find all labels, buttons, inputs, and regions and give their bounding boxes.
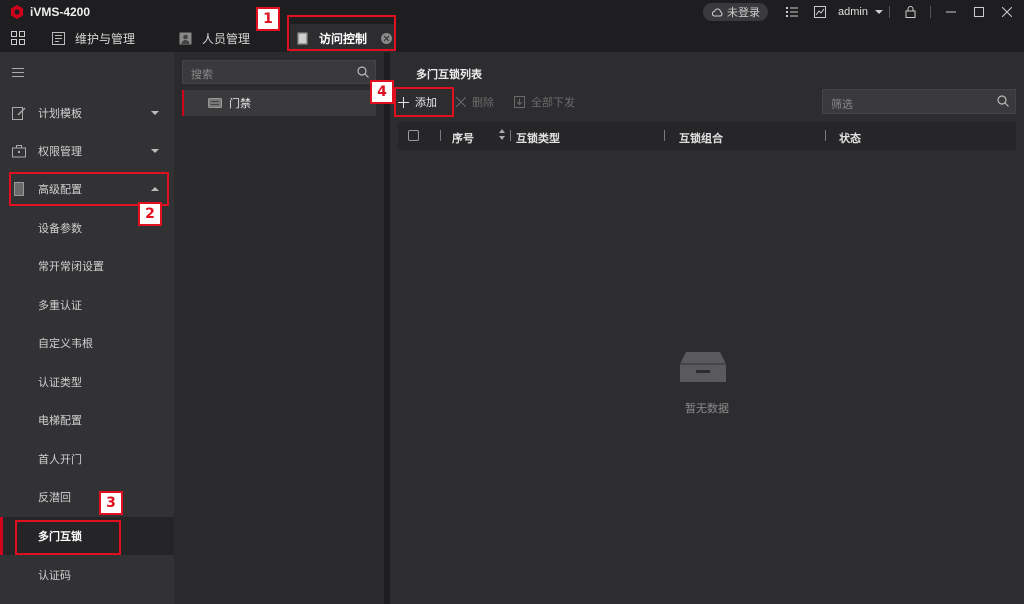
annotation-highlight-box: [15, 520, 121, 555]
sidebar-item-auth-code[interactable]: 认证码: [0, 556, 174, 594]
title-bar: iVMS-4200 未登录 admin: [0, 0, 1024, 24]
download-all-button[interactable]: 全部下发: [514, 90, 575, 114]
column-divider: [440, 130, 441, 141]
search-input[interactable]: 搜索: [182, 60, 376, 84]
chevron-down-icon: [151, 149, 159, 153]
login-status-button[interactable]: 未登录: [703, 3, 769, 21]
column-header-interlock-type[interactable]: 互锁类型: [516, 130, 560, 146]
tab-label: 人员管理: [202, 31, 251, 46]
sidebar-item-label: 权限管理: [38, 146, 82, 158]
sidebar-item-label: 多重认证: [38, 300, 82, 312]
divider: [889, 6, 890, 18]
sidebar-item-schedule-template[interactable]: 计划模板: [0, 94, 174, 132]
grid-menu-icon[interactable]: [11, 31, 25, 45]
user-name[interactable]: admin: [838, 6, 868, 18]
sidebar-item-anti-passback[interactable]: 反潜回: [0, 478, 174, 516]
delete-button-label: 删除: [472, 97, 494, 109]
sort-icon[interactable]: [499, 128, 505, 142]
sidebar-item-label: 电梯配置: [38, 415, 82, 427]
sidebar-item-label: 计划模板: [38, 108, 82, 120]
select-all-checkbox[interactable]: [408, 130, 419, 141]
tab-personnel[interactable]: 人员管理: [179, 24, 250, 52]
sidebar-item-permission[interactable]: 权限管理: [0, 132, 174, 170]
app-title: iVMS-4200: [30, 5, 91, 19]
module-tab-bar: 维护与管理 人员管理 访问控制: [0, 24, 1024, 52]
sidebar-item-first-person[interactable]: 首人开门: [0, 440, 174, 478]
annotation-badge: 1: [256, 7, 280, 31]
sidebar-item-multi-auth[interactable]: 多重认证: [0, 286, 174, 324]
list-icon[interactable]: [785, 5, 799, 19]
annotation-badge: 2: [138, 202, 162, 226]
menu-collapse-icon[interactable]: [12, 68, 24, 80]
sidebar-item-open-closed[interactable]: 常开常闭设置: [0, 247, 174, 285]
chevron-down-icon[interactable]: [875, 10, 883, 14]
main-panel: 多门互锁列表 添加 删除 全部下发 筛选 序号 互锁类型 互锁组合 状态 暂无数…: [390, 52, 1024, 604]
search-placeholder: 搜索: [191, 69, 213, 81]
sidebar-item-elevator[interactable]: 电梯配置: [0, 401, 174, 439]
annotation-badge: 4: [370, 80, 394, 104]
column-divider: [825, 130, 826, 141]
sidebar-item-auth-type[interactable]: 认证类型: [0, 363, 174, 401]
page-title: 多门互锁列表: [416, 69, 482, 81]
sidebar-item-label: 自定义韦根: [38, 338, 93, 350]
column-header-interlock-group[interactable]: 互锁组合: [679, 130, 723, 146]
briefcase-icon: [12, 145, 26, 158]
lock-icon[interactable]: [903, 5, 917, 19]
sidebar-item-label: 认证类型: [38, 377, 82, 389]
search-icon[interactable]: [357, 66, 369, 78]
sidebar-item-label: 反潜回: [38, 492, 71, 504]
person-icon: [179, 32, 192, 44]
column-divider: [510, 130, 511, 141]
image-icon[interactable]: [813, 5, 827, 19]
schedule-edit-icon: [12, 107, 26, 120]
column-header-status[interactable]: 状态: [839, 130, 861, 146]
divider: [930, 6, 931, 18]
sidebar-item-label: 首人开门: [38, 454, 82, 466]
close-icon: [456, 97, 466, 107]
cloud-icon: [711, 7, 723, 16]
column-divider: [664, 130, 665, 141]
annotation-badge: 3: [99, 491, 123, 515]
annotation-highlight-box: [9, 172, 169, 206]
sidebar-item-label: 设备参数: [38, 223, 82, 235]
column-header-index[interactable]: 序号: [452, 130, 474, 146]
tree-node-label: 门禁: [229, 98, 251, 110]
filter-input[interactable]: 筛选: [822, 89, 1016, 114]
door-icon: [208, 98, 222, 108]
table-header: 序号 互锁类型 互锁组合 状态: [398, 122, 1016, 150]
sidebar-item-custom-wiegand[interactable]: 自定义韦根: [0, 324, 174, 362]
download-icon: [514, 96, 525, 108]
login-status-label: 未登录: [727, 7, 761, 19]
annotation-highlight-box: [287, 15, 396, 51]
tab-label: 维护与管理: [75, 31, 136, 46]
app-logo-icon: [11, 5, 23, 19]
tab-maintenance[interactable]: 维护与管理: [52, 24, 135, 52]
device-tree-panel: 搜索 门禁: [174, 52, 384, 604]
download-all-label: 全部下发: [531, 97, 575, 109]
filter-placeholder: 筛选: [831, 99, 853, 111]
close-icon[interactable]: [1000, 5, 1014, 19]
tree-node-access-control[interactable]: 门禁: [182, 90, 376, 116]
sidebar-item-label: 常开常闭设置: [38, 261, 104, 273]
empty-state-text: 暂无数据: [685, 403, 729, 415]
delete-button[interactable]: 删除: [456, 90, 494, 114]
maximize-icon[interactable]: [972, 5, 986, 19]
chevron-down-icon: [151, 111, 159, 115]
sidebar-item-label: 认证码: [38, 570, 71, 582]
maintenance-icon: [52, 31, 65, 45]
minimize-icon[interactable]: [944, 5, 958, 19]
search-icon[interactable]: [997, 95, 1009, 107]
annotation-highlight-box: [394, 87, 454, 117]
empty-box-icon: [680, 352, 726, 382]
